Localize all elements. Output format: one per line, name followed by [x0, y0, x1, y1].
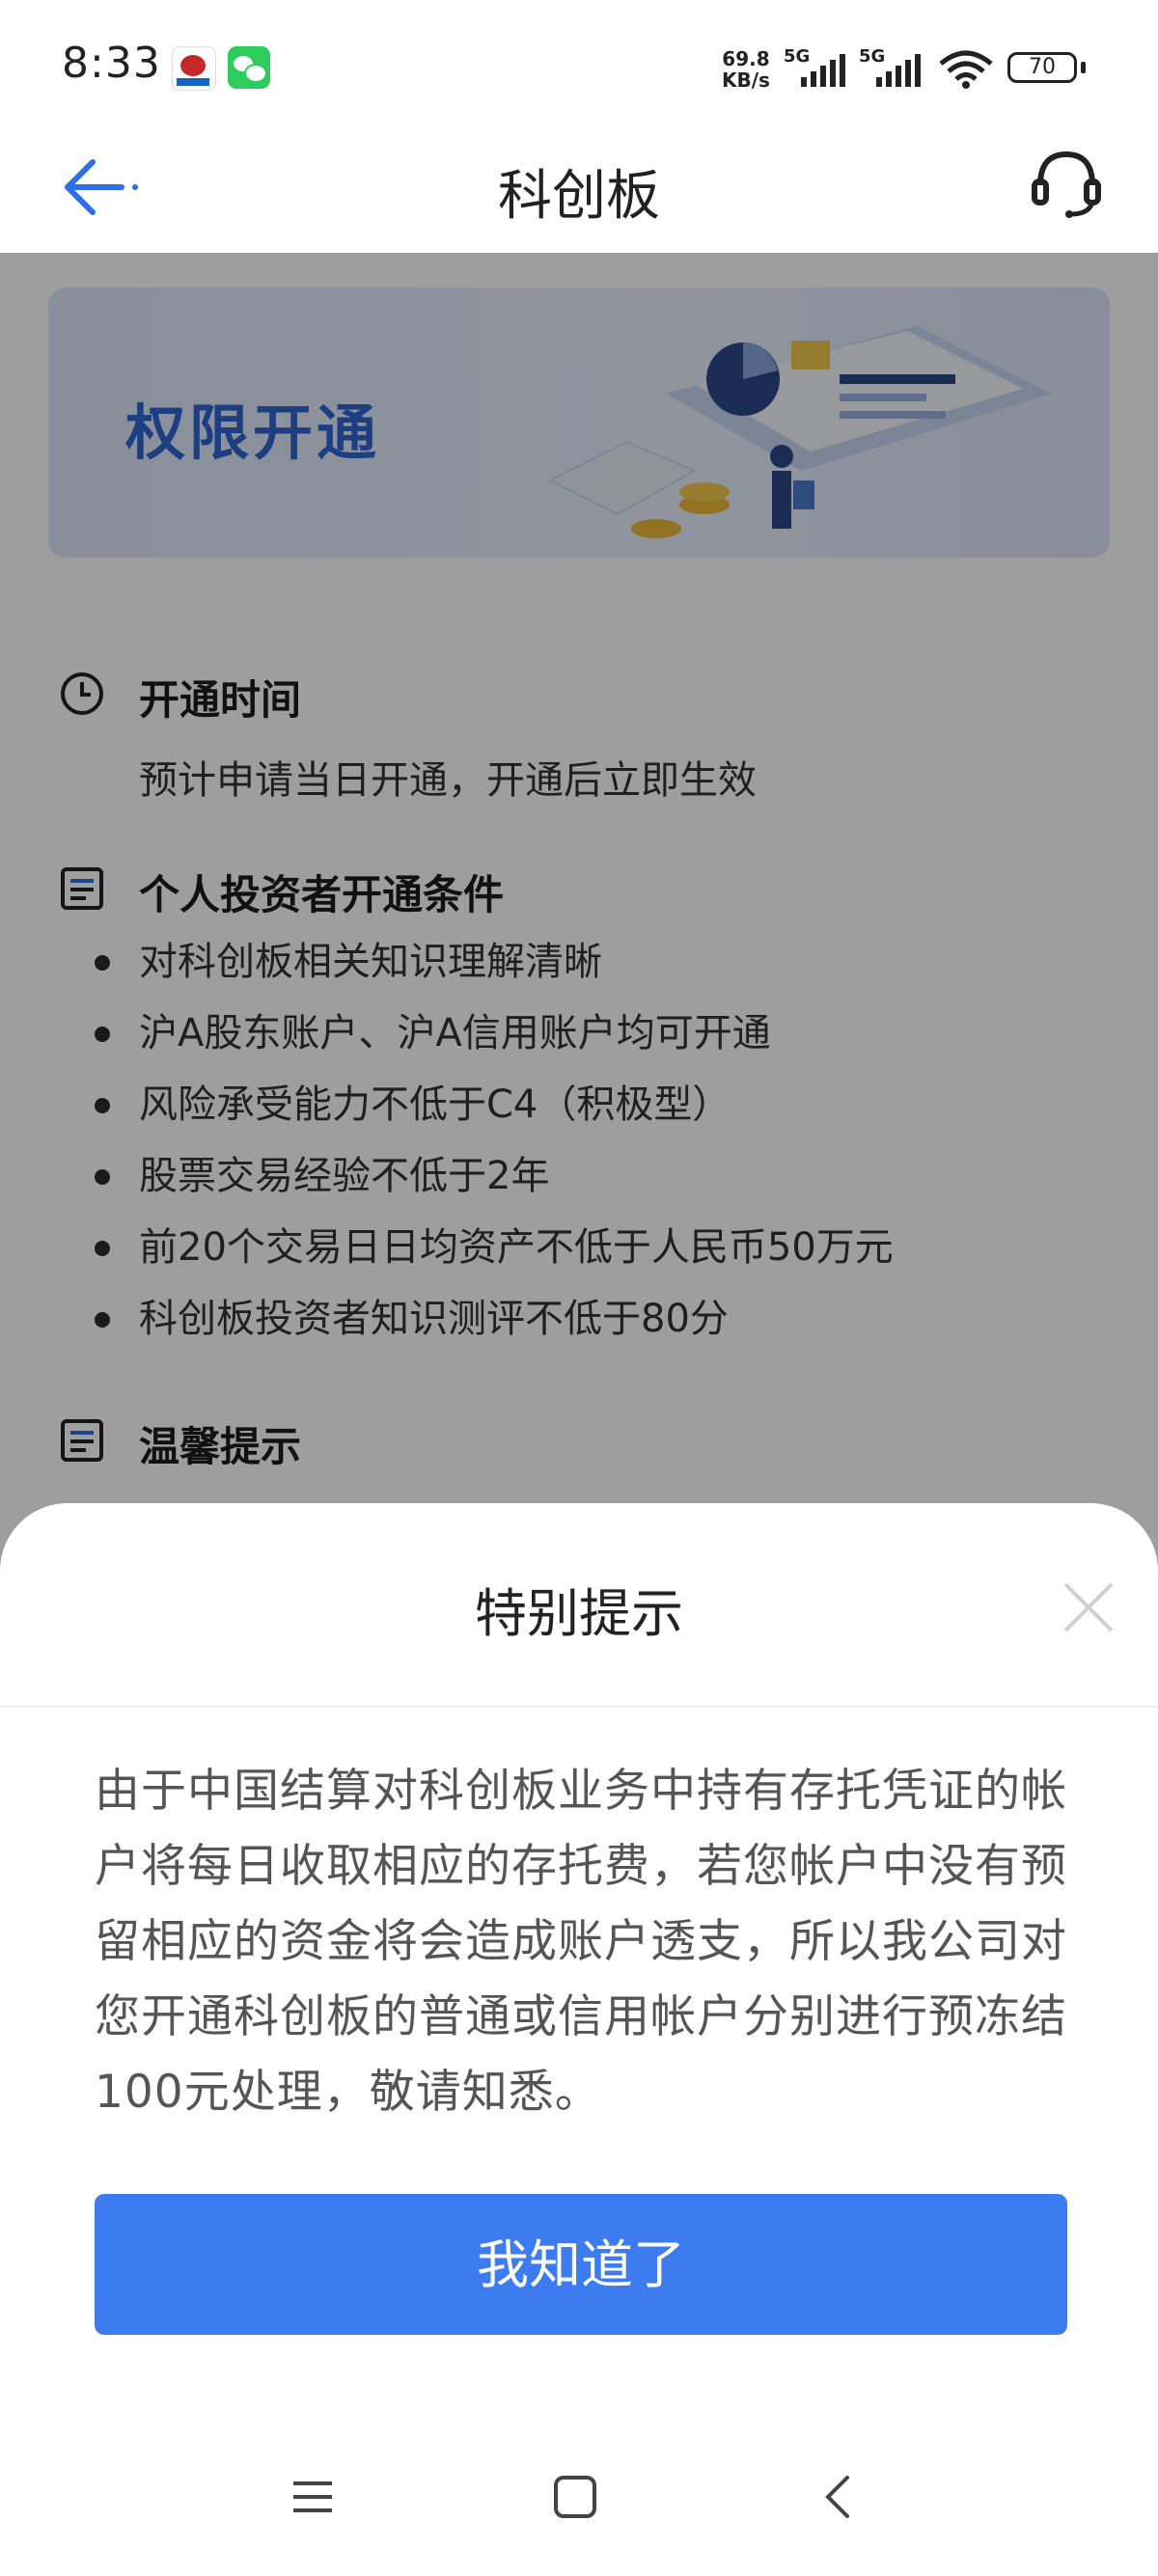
headset-icon[interactable]	[1031, 147, 1102, 218]
system-nav-bar	[0, 2431, 1158, 2576]
network-speed-unit: KB/s	[722, 69, 770, 92]
acknowledge-button[interactable]: 我知道了	[95, 2194, 1067, 2335]
battery-icon: 70	[1007, 52, 1077, 83]
menu-icon[interactable]	[290, 2474, 336, 2520]
network-speed: 69.8 KB/s	[722, 48, 770, 91]
page-title: 科创板	[498, 165, 660, 228]
wifi-icon	[939, 50, 993, 89]
dialog-title: 特别提示	[475, 1583, 683, 1644]
close-icon[interactable]	[1060, 1578, 1117, 1636]
wechat-icon	[228, 46, 270, 89]
app-notification-icon	[172, 46, 216, 91]
signal-icon	[876, 54, 921, 87]
home-icon[interactable]	[552, 2474, 598, 2520]
divider	[0, 1706, 1158, 1708]
dialog-body: 由于中国结算对科创板业务中持有存托凭证的帐户将每日收取相应的存托费，若您帐户中没…	[95, 1765, 1067, 2119]
special-notice-dialog: 特别提示 由于中国结算对科创板业务中持有存托凭证的帐户将每日收取相应的存托费，若…	[0, 1503, 1158, 2431]
status-time: 8:33	[62, 39, 161, 88]
signal-icon	[801, 54, 845, 87]
network-speed-value: 69.8	[722, 47, 770, 70]
nav-bar: 科创板	[0, 116, 1158, 254]
status-bar: 8:33 69.8 KB/s 5G 5G 70	[0, 0, 1158, 116]
back-icon[interactable]	[816, 2474, 863, 2520]
battery-tip	[1081, 62, 1086, 73]
